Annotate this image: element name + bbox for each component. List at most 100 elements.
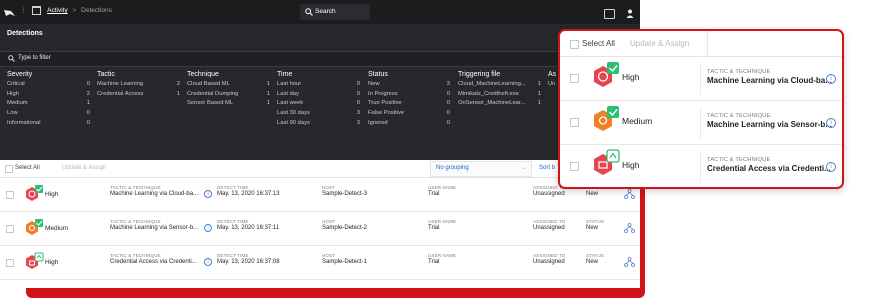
notifications-icon[interactable] <box>603 8 615 19</box>
facet-status: Status New 3 In Progress 0 True Positive 0 … <box>368 71 450 129</box>
facet-item[interactable]: False Positive 0 <box>368 110 450 120</box>
process-tree-icon[interactable] <box>624 257 635 267</box>
zoom-callout: Select All Update & Assign High TACTIC &… <box>558 29 844 189</box>
tactic-field: TACTIC & TECHNIQUE Machine Learning via C… <box>110 185 199 197</box>
user-icon[interactable] <box>626 9 634 19</box>
info-icon[interactable]: i <box>204 190 212 198</box>
facet-severity: Severity Critical 0 High 2 Medium 1 Low 0 In… <box>7 71 90 129</box>
row-checkbox[interactable] <box>6 259 14 267</box>
facet-item[interactable]: Last hour 0 <box>277 81 360 91</box>
facet-item[interactable]: Credential Dumping 1 <box>187 91 270 101</box>
callout-row[interactable]: High TACTIC & TECHNIQUE Credential Access… <box>560 145 842 187</box>
dashboard-icon[interactable] <box>32 6 42 15</box>
row-checkbox[interactable] <box>6 191 14 199</box>
filter-panel: Detections Type to filter Severity Criti… <box>0 24 640 172</box>
row-checkbox[interactable] <box>570 74 579 83</box>
severity-medium-icon <box>26 219 43 235</box>
facet-item[interactable]: Informational 0 <box>7 120 90 130</box>
facet-item[interactable]: Mimikatz_Credtheft.exe 1 <box>458 91 541 101</box>
filter-placeholder: Type to filter <box>18 55 51 61</box>
tactic-field: TACTIC & TECHNIQUE Credential Access via … <box>110 253 197 265</box>
severity-label: High <box>622 160 640 170</box>
facet-item[interactable]: Medium 1 <box>7 100 90 110</box>
facet-item[interactable]: Ignored 0 <box>368 120 450 130</box>
search-icon <box>305 8 313 16</box>
app-window: ⋮ Activity > Detections Search Detection… <box>0 0 640 288</box>
facet-item[interactable]: Last 90 days 3 <box>277 120 360 130</box>
facet-item[interactable]: Cloud Based ML 1 <box>187 81 270 91</box>
severity-label: High <box>45 191 59 198</box>
facet-item[interactable]: OnSensor_MachineLear... 1 <box>458 100 541 110</box>
search-label: Search <box>315 8 336 15</box>
select-all-label[interactable]: Select All <box>582 39 615 48</box>
column-divider <box>700 151 701 183</box>
column-divider <box>700 107 701 139</box>
update-assign-button[interactable]: Update & Assign <box>62 165 106 171</box>
select-all-checkbox[interactable] <box>5 165 13 173</box>
severity-label: High <box>622 72 640 82</box>
facet-item[interactable]: Last 30 days 3 <box>277 110 360 120</box>
status-field: STATUSNew <box>586 219 605 231</box>
facet-item[interactable]: Credential Access 1 <box>97 91 180 101</box>
grouping-select[interactable]: No grouping ⌄ <box>430 161 532 177</box>
table-row[interactable]: High TACTIC & TECHNIQUE Credential Access… <box>0 246 640 280</box>
host-field: HOST Sample-Detect-3 <box>322 185 368 197</box>
top-bar: ⋮ Activity > Detections Search <box>0 0 640 24</box>
filter-input[interactable]: Type to filter <box>0 51 640 67</box>
breadcrumb: ⋮ Activity > Detections <box>20 6 112 15</box>
facet-item[interactable]: Critical 0 <box>7 81 90 91</box>
facet-item[interactable]: Last day 0 <box>277 91 360 101</box>
user-field: USER NAME Trial <box>428 253 457 265</box>
info-icon[interactable]: i <box>826 74 836 84</box>
facet-header: Time <box>277 71 293 78</box>
table-row[interactable]: High TACTIC & TECHNIQUE Machine Learning … <box>0 178 640 212</box>
page-title: Detections <box>7 30 43 37</box>
facet-header: Technique <box>187 71 219 78</box>
callout-row[interactable]: Medium TACTIC & TECHNIQUE Machine Learnin… <box>560 101 842 145</box>
row-checkbox[interactable] <box>6 225 14 233</box>
breadcrumb-activity[interactable]: Activity <box>47 7 68 14</box>
breadcrumb-detections: Detections <box>81 7 112 15</box>
facet-item[interactable]: Sensor Based ML 1 <box>187 100 270 110</box>
facet-item[interactable]: True Positive 0 <box>368 100 450 110</box>
info-icon[interactable]: i <box>204 258 212 266</box>
facet-header: Tactic <box>97 71 115 78</box>
facet-item[interactable]: Low 0 <box>7 110 90 120</box>
assigned-field: ASSIGNED TO Unassigned <box>533 219 566 231</box>
callout-row[interactable]: High TACTIC & TECHNIQUE Machine Learning … <box>560 57 842 101</box>
detect-time-field: DETECT TIME May. 13, 2020 16:37:11 <box>217 219 280 231</box>
facet-item[interactable]: Last week 0 <box>277 100 360 110</box>
info-icon[interactable]: i <box>826 162 836 172</box>
table-row[interactable]: Medium TACTIC & TECHNIQUE Machine Learnin… <box>0 212 640 246</box>
row-checkbox[interactable] <box>570 162 579 171</box>
menu-dots-icon[interactable]: ⋮ <box>20 7 27 14</box>
host-field: HOST Sample-Detect-2 <box>322 219 368 231</box>
process-tree-icon[interactable] <box>624 189 635 199</box>
assigned-field: ASSIGNED TO Unassigned <box>533 253 566 265</box>
severity-label: Medium <box>45 225 69 232</box>
detect-time-field: DETECT TIME May. 13, 2020 16:37:08 <box>217 253 280 265</box>
facet-item[interactable]: New 3 <box>368 81 450 91</box>
facet-item[interactable]: In Progress 0 <box>368 91 450 101</box>
tactic-field: TACTIC & TECHNIQUE Machine Learning via S… <box>110 219 199 231</box>
severity-high-icon <box>26 252 44 269</box>
column-divider <box>700 63 701 95</box>
update-assign-button[interactable]: Update & Assign <box>630 39 689 48</box>
falcon-logo-icon[interactable] <box>4 5 16 23</box>
sort-button[interactable]: Sort b <box>539 165 555 171</box>
info-icon[interactable]: i <box>826 118 836 128</box>
severity-high-icon <box>594 149 620 175</box>
toolbar-divider <box>707 31 708 56</box>
facet-tactic: Tactic Machine Learning 2 Credential Acce… <box>97 71 180 100</box>
facet-item[interactable]: Machine Learning 2 <box>97 81 180 91</box>
global-search[interactable]: Search <box>300 4 370 20</box>
severity-high-icon <box>594 62 619 87</box>
facet-item[interactable]: High 2 <box>7 91 90 101</box>
process-tree-icon[interactable] <box>624 223 635 233</box>
select-all-checkbox[interactable] <box>570 40 579 49</box>
row-checkbox[interactable] <box>570 118 579 127</box>
facet-item[interactable]: Cloud_MachineLearning... 1 <box>458 81 541 91</box>
facet-triggering-file: Triggering file Cloud_MachineLearning...… <box>458 71 541 110</box>
info-icon[interactable]: i <box>204 224 212 232</box>
select-all-label[interactable]: Select All <box>15 165 40 171</box>
